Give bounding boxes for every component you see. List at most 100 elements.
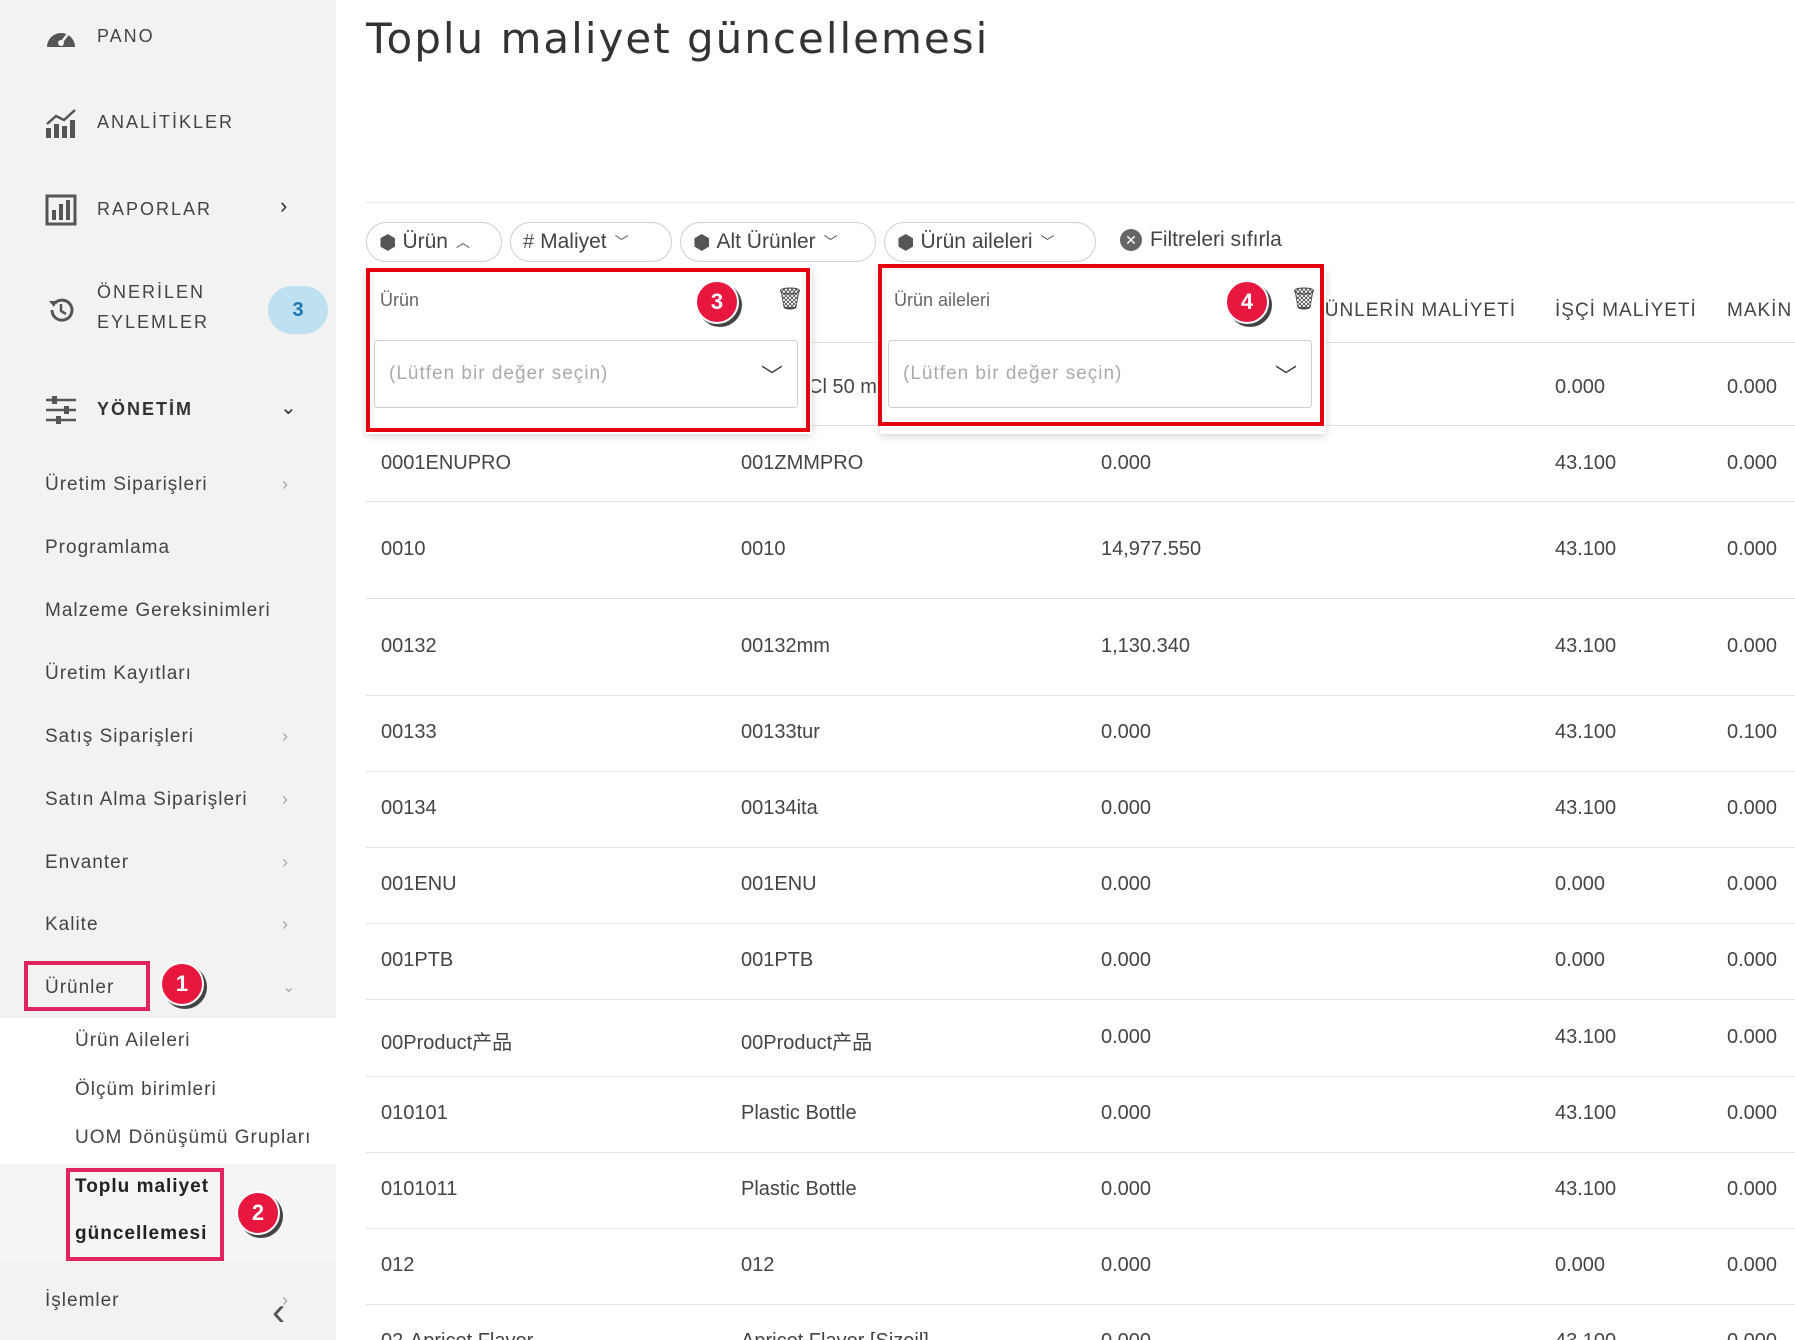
table-row[interactable]: 00134 00134ita 0.000 43.100 0.000 [0, 771, 1795, 847]
table-cell: 0.000 [1555, 949, 1606, 971]
table-cell: 0.000 [1101, 1178, 1152, 1200]
table-row[interactable]: 010101 Plastic Bottle 0.000 43.100 0.000 [0, 1076, 1795, 1152]
cube-icon: ⬢ [693, 231, 711, 254]
table-cell: 012 [741, 1254, 775, 1276]
table-cell: 0.000 [1727, 1330, 1777, 1340]
nav-item-analytics[interactable]: ANALİTİKLER [0, 106, 336, 140]
table-row[interactable]: 02-Apricot Flavor Apricot Flavor [Sizeil]… [0, 1304, 1795, 1340]
nav-label: ANALİTİKLER [97, 112, 235, 132]
table-row[interactable]: 001ENU 001ENU 0.000 0.000 0.000 [0, 847, 1795, 923]
cube-icon: ⬢ [379, 231, 397, 254]
table-cell: 001PTB [381, 949, 454, 971]
table-cell: 0.000 [1101, 1025, 1152, 1048]
table-cell: 0.000 [1101, 797, 1152, 819]
table-row[interactable]: 00132 00132mm 1,130.340 43.100 0.000 [0, 598, 1795, 695]
table-cell: 001ZMMPRO [741, 451, 864, 474]
page-title: Toplu maliyet güncellemesi [366, 14, 990, 63]
reset-filters-button[interactable]: ✕ Filtreleri sıfırla [1120, 228, 1282, 252]
table-cell: 0101011 [381, 1178, 458, 1200]
nav-item-management[interactable]: YÖNETİM ⌄ [0, 393, 336, 427]
filter-chip-product[interactable]: ⬢ Ürün ︿ [366, 222, 502, 262]
table-cell: 02-Apricot Flavor [381, 1330, 533, 1340]
table-cell: 43.100 [1555, 1025, 1617, 1048]
nav-item-dashboard[interactable]: PANO [0, 20, 336, 54]
table-cell: 14,977.550 [1101, 537, 1202, 560]
column-header-machine[interactable]: MAKİN [1727, 300, 1792, 322]
nav-label: YÖNETİM [97, 399, 194, 419]
table-cell: 00Product产品 [381, 1031, 513, 1054]
history-icon [44, 293, 78, 327]
table-cell: 00132mm [741, 634, 830, 657]
table-cell: 012 [381, 1254, 415, 1276]
chip-label: Maliyet [540, 230, 607, 253]
hash-icon: # [523, 230, 535, 253]
table-cell: 0.000 [1101, 451, 1152, 474]
nav-label: PANO [97, 26, 155, 46]
table-cell: 00134 [381, 797, 437, 819]
table-cell: 0.000 [1727, 1178, 1778, 1200]
table-row[interactable]: 0010 0010 14,977.550 43.100 0.000 [0, 501, 1795, 598]
sliders-icon [44, 393, 78, 427]
table-cell: 0.000 [1101, 873, 1152, 895]
highlight-product-filter [366, 268, 810, 432]
table-cell: 0.000 [1101, 721, 1152, 743]
nav-label: RAPORLAR [97, 199, 213, 219]
column-header-subproduct-cost[interactable]: RÜNLERİN MALİYETİ [1310, 300, 1516, 322]
table-cell: 00Product产品 [741, 1031, 873, 1054]
cubes-icon: ⬢ [897, 231, 915, 254]
table-cell: 00134ita [741, 797, 818, 819]
table-cell: 010101 [381, 1102, 448, 1124]
dashboard-icon [44, 20, 78, 54]
suggested-actions-badge: 3 [268, 286, 328, 334]
table-cell: 0.000 [1727, 1102, 1778, 1124]
table-row[interactable]: 00133 00133tur 0.000 43.100 0.100 [0, 695, 1795, 771]
table-row[interactable]: 012 012 0.000 0.000 0.000 [0, 1228, 1795, 1304]
analytics-icon [44, 106, 78, 140]
table-cell: 0001ENUPRO [381, 451, 512, 474]
table-cell: 43.100 [1555, 1330, 1616, 1340]
table-cell: 0.000 [1101, 949, 1152, 971]
chip-label: Ürün [402, 230, 448, 253]
filter-chip-cost[interactable]: # Maliyet ﹀ [510, 222, 672, 262]
table-cell: 43.100 [1555, 797, 1617, 819]
close-circle-icon: ✕ [1120, 229, 1142, 251]
nav-label-line2: EYLEMLER [97, 312, 210, 332]
reports-icon [44, 193, 78, 227]
filter-chip-product-families[interactable]: ⬢ Ürün aileleri ﹀ [884, 222, 1096, 262]
nav-item-reports[interactable]: RAPORLAR › [0, 193, 336, 227]
table-cell: 0.100 [1727, 721, 1778, 743]
chevron-down-icon: ﹀ [823, 234, 838, 250]
table-cell: 43.100 [1555, 451, 1617, 474]
table-row[interactable]: 00Product产品 00Product产品 0.000 43.100 0.000 [0, 999, 1795, 1076]
chevron-up-icon: ︿ [456, 234, 470, 250]
table-cell: 0.000 [1727, 634, 1778, 657]
table-cell: 0.000 [1727, 537, 1778, 560]
table-cell: 0.000 [1727, 797, 1778, 819]
table-row[interactable]: 0001ENUPRO 001ZMMPRO 0.000 43.100 0.000 [0, 426, 1795, 501]
chevron-right-icon: › [280, 193, 288, 218]
table-row[interactable]: 0101011 Plastic Bottle 0.000 43.100 0.000 [0, 1152, 1795, 1228]
table-cell: 0.000 [1727, 376, 1778, 398]
nav-label: ÖNERİLEN [97, 282, 206, 302]
table-cell: 43.100 [1555, 634, 1617, 657]
table-cell: 1,130.340 [1101, 634, 1190, 657]
table-cell: 0.000 [1555, 376, 1606, 398]
table-cell: 0.000 [1555, 1254, 1606, 1276]
table-cell: 0010 [381, 537, 426, 560]
table-cell: 0.000 [1101, 1330, 1151, 1340]
table-cell: 0.000 [1101, 1102, 1152, 1124]
chevron-down-icon: ⌄ [280, 397, 297, 419]
filter-chip-sub-products[interactable]: ⬢ Alt Ürünler ﹀ [680, 222, 876, 262]
reset-filters-label: Filtreleri sıfırla [1150, 228, 1282, 251]
table-cell: 00133 [381, 721, 437, 743]
table-cell: 0.000 [1727, 451, 1778, 474]
table-cell: 0.000 [1727, 873, 1778, 895]
table-cell: 001ENU [381, 873, 457, 895]
table-cell: 00132 [381, 634, 437, 657]
column-header-labor-cost[interactable]: İŞÇİ MALİYETİ [1555, 300, 1697, 322]
table-cell: Plastic Bottle [741, 1178, 857, 1200]
chip-label: Ürün aileleri [920, 230, 1033, 253]
table-cell: 00133tur [741, 721, 820, 743]
table-row[interactable]: 001PTB 001PTB 0.000 0.000 0.000 [0, 923, 1795, 999]
table-cell: 0.000 [1727, 1025, 1778, 1048]
